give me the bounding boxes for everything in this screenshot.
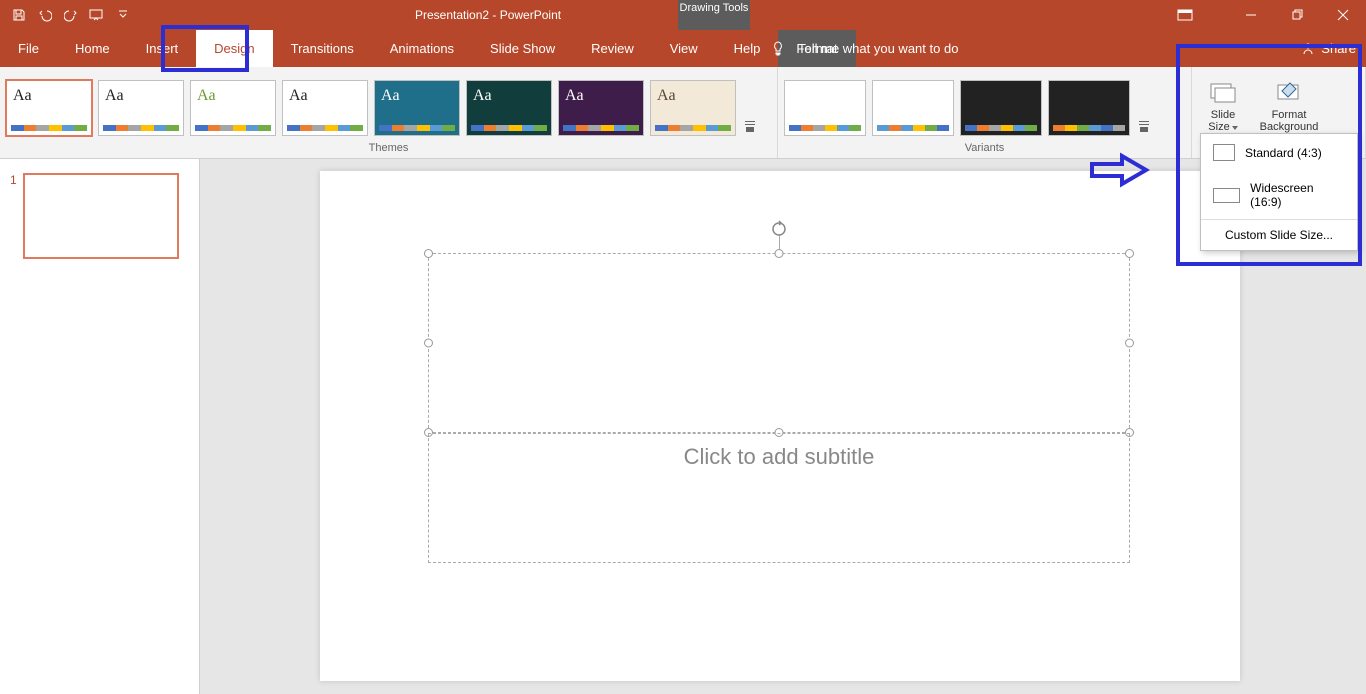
slide-editor[interactable]: Click to add subtitle xyxy=(200,159,1366,694)
variant-thumbnail[interactable] xyxy=(784,80,866,136)
theme-thumbnail[interactable]: Aa xyxy=(190,80,276,136)
theme-thumbnail[interactable]: Aa xyxy=(98,80,184,136)
format-background-button[interactable]: Format Background xyxy=(1254,70,1324,142)
undo-button[interactable] xyxy=(34,4,56,26)
theme-aa-label: Aa xyxy=(651,81,735,105)
tab-home[interactable]: Home xyxy=(57,30,128,67)
variants-group: Variants xyxy=(778,67,1192,158)
subtitle-placeholder[interactable]: Click to add subtitle xyxy=(428,433,1130,563)
slide-size-standard-item[interactable]: Standard (4:3) xyxy=(1201,134,1357,171)
variant-thumbnail[interactable] xyxy=(872,80,954,136)
theme-aa-label: Aa xyxy=(7,81,91,105)
theme-aa-label: Aa xyxy=(99,81,183,105)
subtitle-placeholder-text: Click to add subtitle xyxy=(684,444,875,470)
tab-insert[interactable]: Insert xyxy=(128,30,197,67)
tab-help[interactable]: Help xyxy=(716,30,779,67)
share-icon xyxy=(1301,42,1315,56)
ribbon-tabs: File Home Insert Design Transitions Anim… xyxy=(0,30,1366,67)
tab-view[interactable]: View xyxy=(652,30,716,67)
themes-group-label: Themes xyxy=(0,142,777,158)
themes-expand-button[interactable] xyxy=(742,80,758,136)
title-placeholder[interactable] xyxy=(428,253,1130,433)
themes-group: Aa Aa Aa Aa Aa Aa Aa Aa Themes xyxy=(0,67,778,158)
ribbon: Aa Aa Aa Aa Aa Aa Aa Aa Themes Variants Slide S… xyxy=(0,67,1366,159)
theme-aa-label: Aa xyxy=(375,81,459,105)
theme-thumbnail[interactable]: Aa xyxy=(466,80,552,136)
resize-handle-e[interactable] xyxy=(1125,339,1134,348)
resize-handle-ne[interactable] xyxy=(1125,249,1134,258)
annotation-arrow-icon xyxy=(1090,152,1150,193)
slide-canvas[interactable]: Click to add subtitle xyxy=(320,171,1240,681)
save-button[interactable] xyxy=(8,4,30,26)
quick-access-toolbar xyxy=(0,4,134,26)
standard-ratio-icon xyxy=(1213,144,1235,161)
slide-thumbnail-row[interactable]: 1 xyxy=(10,173,189,259)
variant-thumbnail[interactable] xyxy=(960,80,1042,136)
title-bar: Presentation2 - PowerPoint Drawing Tools xyxy=(0,0,1366,30)
slide-number-label: 1 xyxy=(10,173,17,259)
share-button[interactable]: Share xyxy=(1301,30,1356,67)
resize-handle-n[interactable] xyxy=(775,249,784,258)
variants-expand-button[interactable] xyxy=(1136,80,1152,136)
tell-me-placeholder: Tell me what you want to do xyxy=(798,41,958,56)
redo-button[interactable] xyxy=(60,4,82,26)
theme-thumbnail[interactable]: Aa xyxy=(650,80,736,136)
variant-thumbnail[interactable] xyxy=(1048,80,1130,136)
share-label: Share xyxy=(1321,41,1356,56)
lightbulb-icon xyxy=(770,41,786,57)
tell-me-search[interactable]: Tell me what you want to do xyxy=(770,30,958,67)
customize-qat-button[interactable] xyxy=(112,4,134,26)
slide-size-menu: Standard (4:3) Widescreen (16:9) Custom … xyxy=(1200,133,1358,251)
slide-thumbnails-pane[interactable]: 1 xyxy=(0,159,200,694)
rotation-handle[interactable] xyxy=(770,220,788,243)
slide-size-button[interactable]: Slide Size xyxy=(1198,70,1248,142)
minimize-button[interactable] xyxy=(1228,0,1274,30)
close-button[interactable] xyxy=(1320,0,1366,30)
work-area: 1 Click to add subtitle xyxy=(0,159,1366,694)
tab-file[interactable]: File xyxy=(0,30,57,67)
theme-thumbnail[interactable]: Aa xyxy=(282,80,368,136)
theme-aa-label: Aa xyxy=(559,81,643,105)
theme-aa-label: Aa xyxy=(467,81,551,105)
ribbon-display-options-button[interactable] xyxy=(1162,0,1208,30)
slide-size-widescreen-item[interactable]: Widescreen (16:9) xyxy=(1201,171,1357,219)
tab-transitions[interactable]: Transitions xyxy=(273,30,372,67)
widescreen-ratio-icon xyxy=(1213,188,1240,203)
start-slideshow-button[interactable] xyxy=(86,4,108,26)
theme-thumbnail[interactable]: Aa xyxy=(6,80,92,136)
theme-thumbnail[interactable]: Aa xyxy=(374,80,460,136)
slide-thumbnail[interactable] xyxy=(23,173,179,259)
tab-animations[interactable]: Animations xyxy=(372,30,472,67)
window-title: Presentation2 - PowerPoint xyxy=(415,8,561,22)
slide-size-custom-item[interactable]: Custom Slide Size... xyxy=(1201,219,1357,250)
tab-review[interactable]: Review xyxy=(573,30,652,67)
resize-handle-w[interactable] xyxy=(424,339,433,348)
restore-button[interactable] xyxy=(1274,0,1320,30)
resize-handle-nw[interactable] xyxy=(424,249,433,258)
theme-thumbnail[interactable]: Aa xyxy=(558,80,644,136)
theme-aa-label: Aa xyxy=(191,81,275,105)
tab-slideshow[interactable]: Slide Show xyxy=(472,30,573,67)
slide-size-icon xyxy=(1209,79,1237,105)
window-controls xyxy=(1228,0,1366,30)
tab-design[interactable]: Design xyxy=(196,30,272,67)
format-background-icon xyxy=(1275,79,1303,105)
contextual-tab-header: Drawing Tools xyxy=(678,0,750,30)
theme-aa-label: Aa xyxy=(283,81,367,105)
